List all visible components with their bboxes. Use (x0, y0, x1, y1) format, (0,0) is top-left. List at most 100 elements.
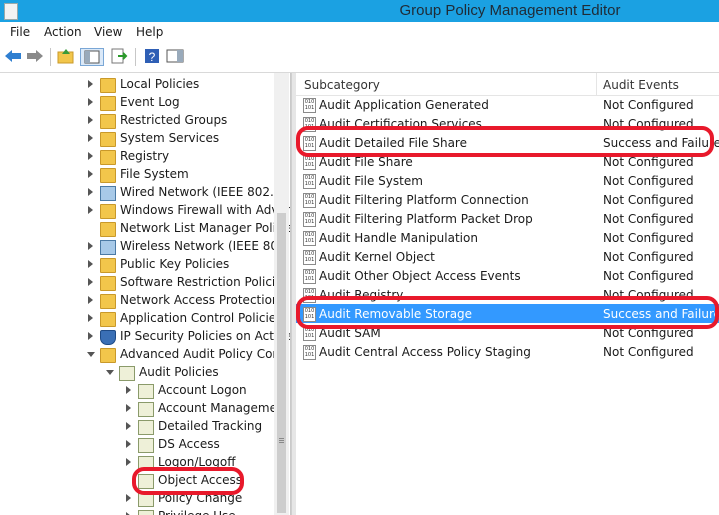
list-item[interactable]: 010 101 Audit Removable Storage Success and… (296, 304, 719, 323)
collapsed-chevron-icon[interactable] (126, 404, 131, 412)
menu-view[interactable]: View (94, 25, 122, 39)
subcategory-cell: Audit Removable Storage (319, 307, 473, 321)
list-item[interactable]: 010 101 Audit Detailed File Share Success a… (296, 133, 719, 152)
tree-node[interactable]: Local Policies (0, 76, 274, 94)
collapsed-chevron-icon[interactable] (126, 422, 131, 430)
audit-events-cell: Not Configured (603, 193, 694, 207)
list-item[interactable]: 010 101 Audit Filtering Platform Connectio… (296, 190, 719, 209)
tree-node[interactable]: Wired Network (IEEE 802.3) P (0, 184, 290, 202)
expanded-chevron-icon[interactable] (87, 352, 95, 357)
tree-node[interactable]: Public Key Policies (0, 256, 274, 274)
tree-node-label: Policy Change (158, 491, 243, 505)
tree-node[interactable]: Account Logon (0, 382, 274, 400)
collapsed-chevron-icon[interactable] (88, 242, 93, 250)
audit-policy-icon: 010 101 (303, 155, 316, 170)
policy-icon (138, 384, 154, 399)
list-item[interactable]: 010 101 Audit Registry Not Configured (296, 285, 719, 304)
list-item[interactable]: 010 101 Audit Filtering Platform Packet Dr… (296, 209, 719, 228)
tree-node[interactable]: Windows Firewall with Advar (0, 202, 290, 220)
collapsed-chevron-icon[interactable] (88, 260, 93, 268)
tree-node[interactable]: File System (0, 166, 274, 184)
collapsed-chevron-icon[interactable] (126, 458, 131, 466)
audit-policy-icon: 010 101 (303, 345, 316, 360)
column-header-audit-events[interactable]: Audit Events (603, 78, 679, 92)
tree-node[interactable]: Account Managemen (0, 400, 285, 418)
list-item[interactable]: 010 101 Audit File Share Not Configured (296, 152, 719, 171)
collapsed-chevron-icon[interactable] (126, 494, 131, 502)
toolbar: ? (0, 42, 719, 73)
menu-help[interactable]: Help (136, 25, 163, 39)
export-list-icon[interactable] (110, 48, 128, 64)
tree-node[interactable]: Network List Manager Policie (0, 220, 290, 238)
collapsed-chevron-icon[interactable] (88, 314, 93, 322)
column-divider[interactable] (596, 73, 597, 95)
folder-icon (100, 150, 116, 165)
audit-events-cell: Not Configured (603, 98, 694, 112)
tree-node[interactable]: Restricted Groups (0, 112, 274, 130)
tree-node[interactable]: Policy Change (0, 490, 274, 508)
back-arrow-icon[interactable] (4, 48, 22, 64)
tree-node[interactable]: Wireless Network (IEEE 802.11 (0, 238, 290, 256)
list-item[interactable]: 010 101 Audit SAM Not Configured (296, 323, 719, 342)
collapsed-chevron-icon[interactable] (88, 152, 93, 160)
scrollbar-thumb[interactable] (277, 213, 286, 513)
column-header-subcategory[interactable]: Subcategory (304, 78, 380, 92)
collapsed-chevron-icon[interactable] (88, 206, 93, 214)
tree-node-label: DS Access (158, 437, 220, 451)
scrollbar-grip (279, 438, 284, 439)
collapsed-chevron-icon[interactable] (88, 296, 93, 304)
collapsed-chevron-icon[interactable] (88, 332, 93, 340)
tree-node[interactable]: Registry (0, 148, 274, 166)
audit-events-cell: Success and Failure (603, 307, 719, 321)
tree-node[interactable]: Application Control Policies (0, 310, 282, 328)
expanded-chevron-icon[interactable] (106, 370, 114, 375)
tree-node[interactable]: Privilege Use (0, 508, 274, 515)
tree-node[interactable]: Logon/Logoff (0, 454, 274, 472)
folder-icon (100, 96, 116, 111)
list-item[interactable]: 010 101 Audit Kernel Object Not Configured (296, 247, 719, 266)
tree-node-label: Restricted Groups (120, 113, 228, 127)
show-action-pane-icon[interactable] (166, 48, 184, 64)
policy-icon (138, 492, 154, 507)
list-item[interactable]: 010 101 Audit File System Not Configured (296, 171, 719, 190)
tree-node-label: Wireless Network (IEEE 802.11 (120, 239, 291, 253)
list-item[interactable]: 010 101 Audit Central Access Policy Stagin… (296, 342, 719, 361)
collapsed-chevron-icon[interactable] (88, 134, 93, 142)
collapsed-chevron-icon[interactable] (88, 170, 93, 178)
tree-scrollbar[interactable] (274, 73, 289, 515)
menu-file[interactable]: File (10, 25, 30, 39)
tree-node[interactable]: Detailed Tracking (0, 418, 274, 436)
help-icon[interactable]: ? (143, 48, 161, 64)
folder-icon (100, 132, 116, 147)
list-item[interactable]: 010 101 Audit Certification Services Not Co… (296, 114, 719, 133)
tree-node[interactable]: Object Access (0, 472, 274, 490)
audit-policy-icon: 010 101 (303, 307, 316, 322)
show-hide-console-tree-icon[interactable] (80, 48, 104, 66)
tree-node[interactable]: System Services (0, 130, 274, 148)
tree-node[interactable]: Event Log (0, 94, 274, 112)
list-item[interactable]: 010 101 Audit Handle Manipulation Not Confi… (296, 228, 719, 247)
collapsed-chevron-icon[interactable] (126, 440, 131, 448)
up-folder-icon[interactable] (57, 48, 75, 64)
subcategory-cell: Audit Certification Services (319, 117, 482, 131)
collapsed-chevron-icon[interactable] (88, 116, 93, 124)
list-item[interactable]: 010 101 Audit Other Object Access Events No… (296, 266, 719, 285)
tree-node-label: Logon/Logoff (158, 455, 236, 469)
subcategory-cell: Audit File Share (319, 155, 413, 169)
tree-node[interactable]: DS Access (0, 436, 274, 454)
console-tree[interactable]: Local Policies Event Log Restricted Groups… (0, 73, 291, 515)
forward-arrow-icon[interactable] (26, 48, 44, 64)
menu-action[interactable]: Action (44, 25, 82, 39)
network-icon (100, 186, 116, 201)
collapsed-chevron-icon[interactable] (88, 98, 93, 106)
tree-node[interactable]: IP Security Policies on Active (0, 328, 290, 346)
collapsed-chevron-icon[interactable] (88, 278, 93, 286)
collapsed-chevron-icon[interactable] (126, 386, 131, 394)
tree-node[interactable]: Network Access Protection (0, 292, 280, 310)
list-item[interactable]: 010 101 Audit Application Generated Not Con… (296, 95, 719, 114)
tree-node[interactable]: Audit Policies (0, 364, 274, 382)
collapsed-chevron-icon[interactable] (88, 188, 93, 196)
collapsed-chevron-icon[interactable] (88, 80, 93, 88)
tree-node[interactable]: Advanced Audit Policy Confi (0, 346, 288, 364)
tree-node[interactable]: Software Restriction Policies (0, 274, 289, 292)
